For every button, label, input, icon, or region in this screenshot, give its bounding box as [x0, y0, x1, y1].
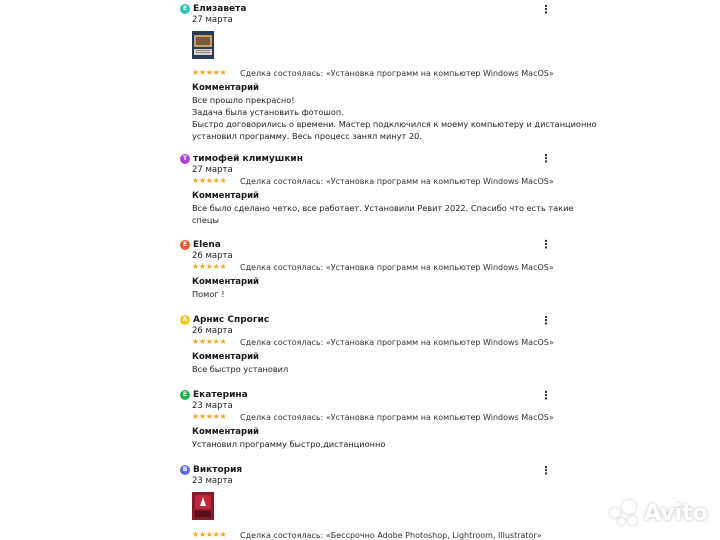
photo-thumbnail[interactable] [192, 31, 214, 59]
more-options-icon[interactable]: ⋮ [540, 390, 552, 402]
rating-stars: ★★★★★ [192, 337, 227, 346]
comment-text: Помог ! [192, 289, 225, 299]
rating-stars: ★★★★★ [192, 176, 227, 185]
deal-info: Сделка состоялась: «Установка программ н… [240, 413, 554, 422]
comment-text: Все было сделано четко, все работает. Ус… [192, 203, 574, 225]
comment-title: Комментарий [192, 83, 259, 93]
comment-title: Комментарий [192, 352, 259, 362]
deal-info: Сделка состоялась: «Установка программ н… [240, 338, 554, 347]
more-options-icon[interactable]: ⋮ [540, 4, 552, 16]
deal-service-link[interactable]: «Установка программ на компьютер Windows… [326, 413, 554, 422]
review-date: 26 марта [192, 251, 233, 261]
avatar[interactable]: А [180, 315, 190, 325]
more-options-icon[interactable]: ⋮ [540, 239, 552, 251]
reviewer-name[interactable]: Виктория [193, 465, 242, 475]
comment-title: Комментарий [192, 191, 259, 201]
avatar[interactable]: В [180, 465, 190, 475]
avito-logo-icon [608, 498, 640, 530]
deal-info: Сделка состоялась: «Установка программ н… [240, 69, 554, 78]
review-date: 27 марта [192, 15, 233, 25]
more-options-icon[interactable]: ⋮ [540, 153, 552, 165]
deal-service-link[interactable]: «Установка программ на компьютер Windows… [326, 177, 554, 186]
comment-text: Все быстро установил [192, 364, 289, 374]
reviewer-name[interactable]: Арнис Спрогис [193, 315, 269, 325]
rating-stars: ★★★★★ [192, 412, 227, 421]
deal-service-link[interactable]: «Установка программ на компьютер Windows… [326, 263, 554, 272]
review-date: 26 марта [192, 326, 233, 336]
review-date: 23 марта [192, 401, 233, 411]
comment-text: Установил программу быстро,дистанционно [192, 439, 386, 449]
reviewer-name[interactable]: Екатерина [193, 390, 248, 400]
review-date: 27 марта [192, 165, 233, 175]
rating-stars: ★★★★★ [192, 262, 227, 271]
deal-info: Сделка состоялась: «Бессрочно Adobe Phot… [240, 531, 542, 540]
rating-stars: ★★★★★ [192, 68, 227, 77]
review-date: 23 марта [192, 476, 233, 486]
deal-service-link[interactable]: «Установка программ на компьютер Windows… [326, 338, 554, 347]
more-options-icon[interactable]: ⋮ [540, 465, 552, 477]
reviewer-name[interactable]: Elena [193, 240, 221, 250]
comment-text: Все прошло прекрасно! Задача была устано… [192, 95, 597, 141]
avatar[interactable]: Е [180, 390, 190, 400]
rating-stars: ★★★★★ [192, 530, 227, 539]
avatar[interactable]: Е [180, 4, 190, 14]
deal-info: Сделка состоялась: «Установка программ н… [240, 177, 554, 186]
avatar[interactable]: E [180, 240, 190, 250]
comment-title: Комментарий [192, 427, 259, 437]
deal-service-link[interactable]: «Бессрочно Adobe Photoshop, Lightroom, I… [326, 531, 542, 540]
photo-thumbnail[interactable] [192, 492, 214, 520]
comment-title: Комментарий [192, 277, 259, 287]
deal-service-link[interactable]: «Установка программ на компьютер Windows… [326, 69, 554, 78]
reviewer-name[interactable]: Елизавета [193, 4, 246, 14]
deal-info: Сделка состоялась: «Установка программ н… [240, 263, 554, 272]
avito-watermark: Avito [608, 498, 712, 530]
watermark-text: Avito [644, 501, 708, 526]
avatar[interactable]: Т [180, 154, 190, 164]
more-options-icon[interactable]: ⋮ [540, 315, 552, 327]
reviewer-name[interactable]: тимофей климушкин [193, 154, 303, 164]
